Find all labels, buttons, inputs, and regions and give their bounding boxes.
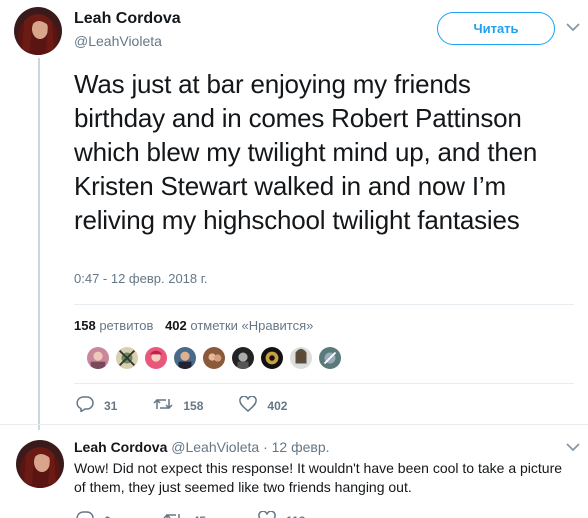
reply-avatar[interactable]: [16, 440, 64, 488]
divider: [74, 383, 574, 384]
liker-avatar[interactable]: [173, 346, 197, 370]
tweet-stats: 158 ретвитов 402 отметки «Нравится»: [74, 318, 313, 333]
divider: [74, 304, 574, 305]
liker-avatar[interactable]: [260, 346, 284, 370]
liker-avatar[interactable]: [231, 346, 255, 370]
tweet-author: Leah Cordova @LeahVioleta: [74, 9, 181, 50]
follow-button[interactable]: Читать: [437, 12, 555, 45]
like-icon: [239, 395, 267, 415]
retweet-icon: [163, 511, 193, 518]
liker-avatar[interactable]: [202, 346, 226, 370]
retweet-action-count: 158: [183, 398, 204, 413]
reply-text: Wow! Did not expect this response! It wo…: [74, 460, 563, 495]
thread-line: [38, 58, 40, 430]
like-label: отметки «Нравится»: [190, 318, 314, 333]
reply-icon: [76, 511, 104, 518]
like-button[interactable]: 402: [239, 395, 288, 415]
liker-avatar[interactable]: [86, 346, 110, 370]
liker-avatar[interactable]: [144, 346, 168, 370]
reply-button[interactable]: 6: [76, 511, 111, 518]
reply-count: 31: [104, 398, 118, 413]
retweet-button[interactable]: 45: [163, 511, 206, 518]
liker-avatar[interactable]: [289, 346, 313, 370]
tweet-timestamp[interactable]: 0:47 - 12 февр. 2018 г.: [74, 271, 208, 286]
reply-date[interactable]: · 12 февр.: [263, 439, 329, 455]
divider: [0, 424, 588, 425]
reply-actions: 6 45 118: [76, 510, 357, 518]
like-stat[interactable]: 402 отметки «Нравится»: [165, 318, 313, 333]
tweet-actions: 31 158 402: [76, 395, 323, 415]
like-count: 402: [165, 318, 187, 333]
retweet-count: 158: [74, 318, 96, 333]
author-name[interactable]: Leah Cordova: [74, 9, 181, 29]
tweet-text: Was just at bar enjoying my friends birt…: [74, 69, 538, 235]
like-action-count: 402: [267, 398, 288, 413]
reply-header: Leah Cordova @LeahVioleta · 12 февр.: [74, 438, 330, 456]
like-icon: [258, 510, 286, 518]
liker-avatars: [86, 346, 347, 370]
liker-avatar[interactable]: [115, 346, 139, 370]
retweet-stat[interactable]: 158 ретвитов: [74, 318, 153, 333]
chevron-down-icon[interactable]: [566, 22, 580, 32]
retweet-button[interactable]: 158: [153, 396, 203, 415]
liker-avatar[interactable]: [318, 346, 342, 370]
like-button[interactable]: 118: [258, 510, 305, 518]
reply-retweet-count: 45: [193, 514, 206, 518]
reply-icon: [76, 396, 104, 415]
chevron-down-icon[interactable]: [566, 442, 580, 452]
retweet-icon: [153, 396, 183, 415]
avatar[interactable]: [14, 7, 62, 55]
reply-button[interactable]: 31: [76, 396, 117, 415]
retweet-label: ретвитов: [99, 318, 154, 333]
reply-author-handle[interactable]: @LeahVioleta: [171, 439, 259, 455]
author-handle[interactable]: @LeahVioleta: [74, 32, 181, 50]
reply-reply-count: 6: [104, 514, 111, 518]
reply-author-name[interactable]: Leah Cordova: [74, 439, 167, 455]
reply-like-count: 118: [286, 514, 305, 518]
